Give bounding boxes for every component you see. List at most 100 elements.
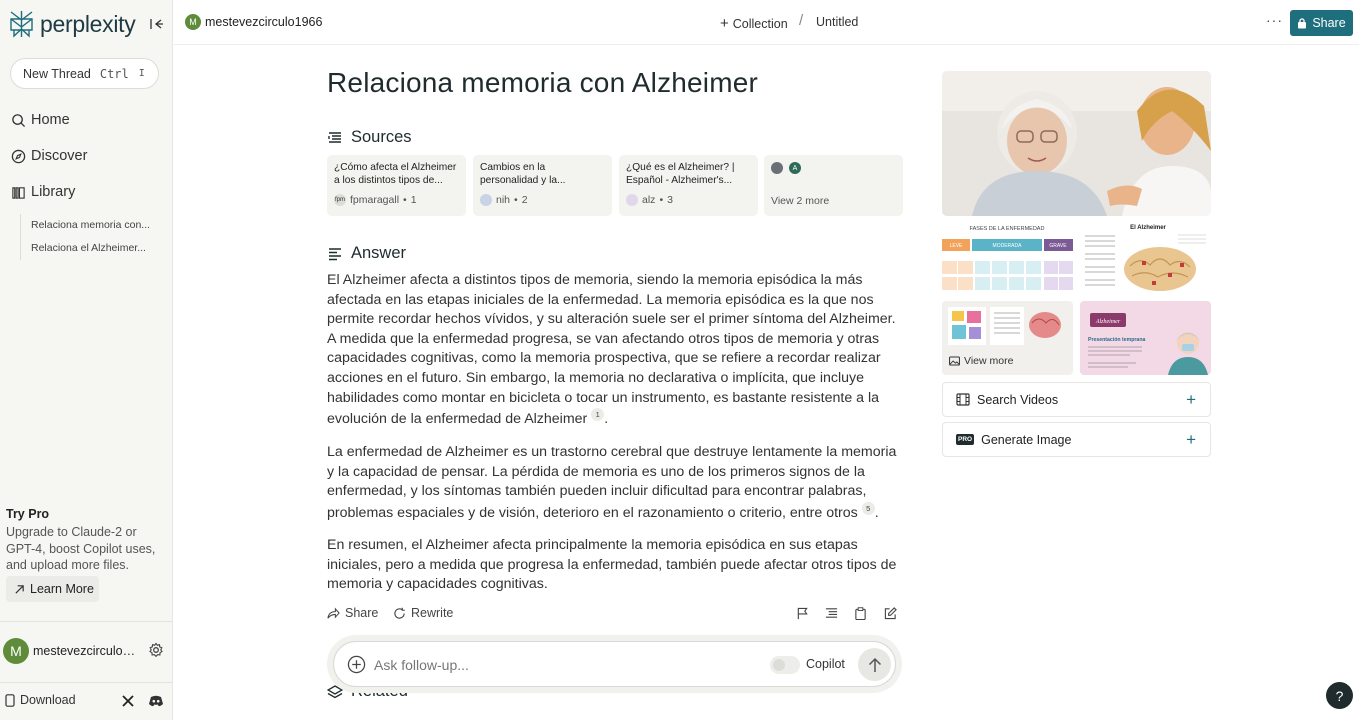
share-answer-button[interactable]: Share (327, 606, 378, 620)
source-title: ¿Cómo afecta el Alzheimer a los distinto… (334, 162, 457, 186)
breadcrumb-separator: / (799, 12, 804, 29)
search-icon (12, 113, 26, 127)
search-videos-button[interactable]: Search Videos + (942, 382, 1211, 417)
answer-heading: Answer (327, 244, 406, 263)
source-site: nih (496, 194, 511, 206)
elderly-woman-photo (942, 71, 1211, 216)
nav-library[interactable]: Library (11, 184, 75, 200)
tile-label: LEVE (950, 243, 963, 249)
citation-badge[interactable]: 5 (861, 501, 875, 515)
view-more-label: View more (964, 355, 1014, 367)
submit-button[interactable] (858, 648, 891, 681)
sources-heading: Sources (327, 128, 412, 147)
shortcut-ctrl: Ctrl (99, 66, 129, 81)
image-result-thumbnail[interactable]: FASES DE LA ENFERMEDAD LEVE MODERADA GRA… (942, 221, 1073, 295)
edit-icon[interactable] (884, 607, 897, 620)
layers-icon (327, 684, 343, 698)
gear-icon[interactable] (148, 642, 164, 658)
library-item[interactable]: Relaciona el Alzheimer... (31, 237, 151, 260)
pro-badge: PRO (956, 434, 975, 445)
copy-icon[interactable] (854, 607, 867, 620)
collapse-sidebar-icon[interactable] (148, 16, 164, 32)
add-to-list-icon[interactable] (825, 607, 838, 620)
share-button[interactable]: Share (1290, 10, 1353, 36)
phases-infographic-image: FASES DE LA ENFERMEDAD LEVE MODERADA GRA… (942, 221, 1073, 295)
tile-subheader: Presentación temprana (1088, 337, 1145, 343)
source-number: 3 (667, 194, 673, 206)
discord-icon[interactable] (148, 694, 164, 708)
answer-text: La enfermedad de Alzheimer es un trastor… (327, 444, 897, 521)
try-pro-title: Try Pro (6, 507, 50, 521)
share-answer-label: Share (345, 606, 379, 620)
source-number: 1 (410, 194, 417, 206)
generate-image-button[interactable]: PRO Generate Image + (942, 422, 1211, 457)
share-arrow-icon (327, 607, 340, 619)
rewrite-button[interactable]: Rewrite (393, 606, 453, 620)
new-thread-button[interactable]: New Thread Ctrl I (10, 58, 159, 89)
new-thread-label: New Thread (23, 66, 91, 81)
learn-more-label: Learn More (30, 582, 94, 596)
copilot-label: Copilot (806, 657, 845, 671)
try-pro-box: Try Pro Upgrade to Claude-2 or GPT-4, bo… (6, 507, 164, 574)
lock-icon (1298, 18, 1307, 29)
rewrite-label: Rewrite (411, 606, 454, 620)
try-pro-description: Upgrade to Claude-2 or GPT-4, boost Copi… (6, 525, 156, 572)
logo[interactable]: perplexity (9, 10, 136, 38)
answer-paragraph: En resumen, el Alzheimer afecta principa… (327, 536, 904, 595)
tile-label: MODERADA (993, 243, 1023, 249)
nav-discover[interactable]: Discover (11, 148, 87, 164)
site-favicon-icon: A (789, 162, 801, 174)
top-bar: M mestevezcirculo1966 + Collection / Unt… (174, 0, 1359, 45)
page-title: Relaciona memoria con Alzheimer (327, 67, 759, 98)
logo-text: perplexity (40, 10, 136, 37)
flag-icon[interactable] (796, 607, 809, 620)
download-label: Download (20, 693, 76, 707)
download-button[interactable]: Download (5, 693, 76, 707)
nav-library-label: Library (31, 184, 76, 200)
add-attachment-icon[interactable] (347, 655, 366, 674)
brain-infographic-image: El Alzheimer (1080, 221, 1211, 295)
arrow-up-right-icon (15, 584, 24, 594)
phone-icon (5, 693, 15, 707)
source-title: Cambios en la personalidad y la... (480, 162, 566, 186)
copilot-toggle[interactable] (770, 656, 800, 674)
site-favicon-icon (771, 162, 783, 174)
tile-header: Alzheimer (1095, 319, 1121, 325)
source-card[interactable]: ¿Qué es el Alzheimer? | Español - Alzhei… (619, 155, 758, 216)
view-more-images-button[interactable]: View more (949, 355, 1013, 367)
site-favicon-icon (480, 194, 492, 206)
library-item[interactable]: Relaciona memoria con... (31, 214, 151, 237)
view-more-sources-card[interactable]: A View 2 more (764, 155, 903, 216)
arrow-up-icon (868, 657, 881, 672)
add-to-collection-button[interactable]: + Collection (720, 15, 788, 32)
share-label: Share (1312, 16, 1346, 30)
answer-text: El Alzheimer afecta a distintos tipos de… (327, 272, 896, 428)
header-user[interactable]: M mestevezcirculo1966 (185, 14, 322, 30)
source-card[interactable]: ¿Cómo afecta el Alzheimer a los distinto… (327, 155, 466, 216)
source-card[interactable]: Cambios en la personalidad y la... nih •… (473, 155, 612, 216)
help-button[interactable]: ? (1326, 682, 1353, 709)
thread-title[interactable]: Untitled (816, 15, 858, 29)
source-site: fpmaragall (350, 194, 400, 206)
user-profile[interactable]: M mestevezcirculo1966 (3, 638, 141, 664)
citation-badge[interactable]: 1 (591, 408, 605, 422)
user-name: mestevezcirculo1966 (33, 644, 141, 658)
source-number: 2 (521, 194, 528, 206)
answer-icon (329, 247, 341, 260)
more-options-icon[interactable]: ··· (1266, 12, 1283, 28)
learn-more-button[interactable]: Learn More (6, 576, 99, 602)
followup-input[interactable] (374, 654, 754, 676)
image-result-thumbnail[interactable]: El Alzheimer (1080, 221, 1211, 295)
x-twitter-icon[interactable] (121, 694, 135, 708)
image-result-main[interactable] (942, 71, 1211, 216)
source-title: ¿Qué es el Alzheimer? | Español - Alzhei… (626, 162, 735, 186)
plus-icon: + (720, 15, 729, 32)
generate-image-label: Generate Image (981, 432, 1072, 447)
site-favicon-icon (626, 194, 638, 206)
answer-paragraph: La enfermedad de Alzheimer es un trastor… (327, 444, 897, 521)
shortcut-i: I (138, 68, 145, 79)
image-result-thumbnail[interactable]: Alzheimer Presentación temprana (1080, 301, 1211, 375)
nav-home[interactable]: Home (11, 112, 70, 128)
answer-heading-label: Answer (351, 244, 407, 262)
sources-icon (328, 131, 341, 143)
